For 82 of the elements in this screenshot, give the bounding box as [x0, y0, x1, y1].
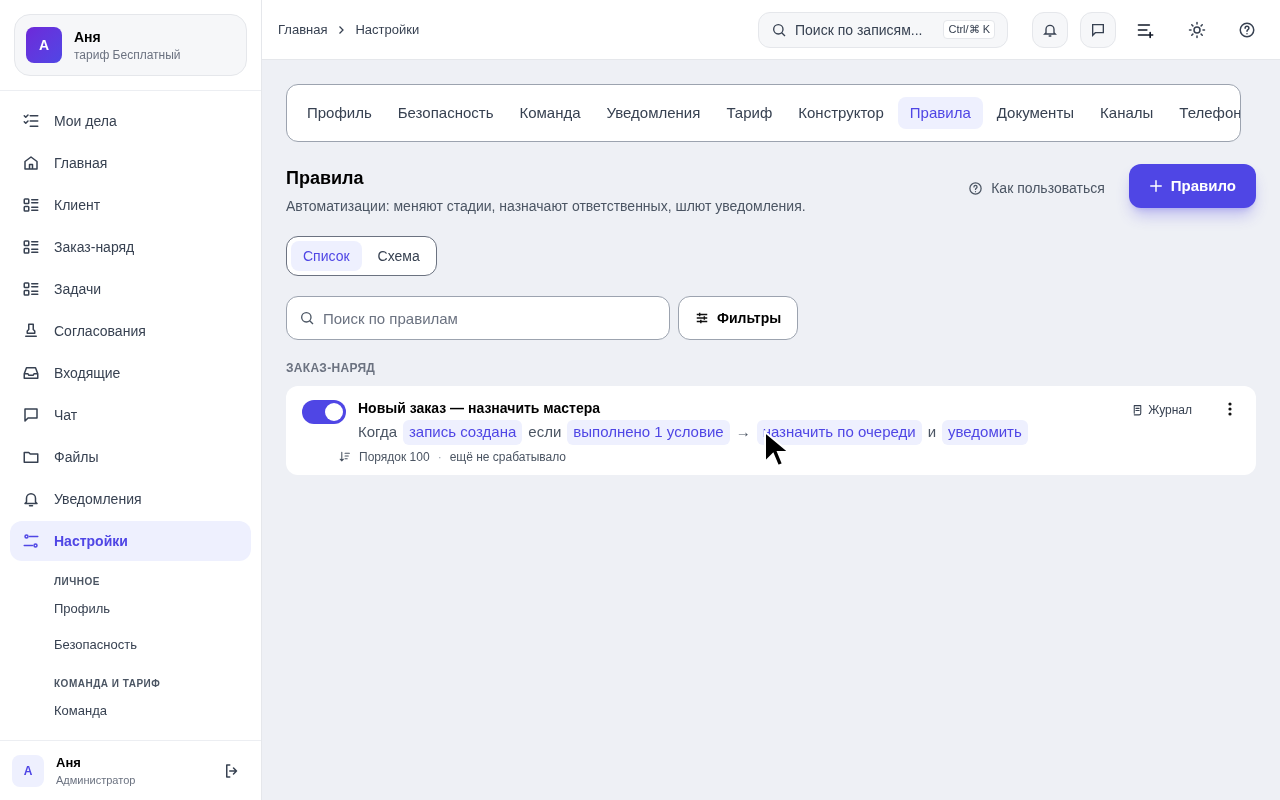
account-name: Аня — [74, 28, 102, 47]
toggle-switch[interactable] — [302, 400, 346, 424]
nav-item[interactable]: Заказ-наряд — [10, 227, 251, 267]
nav-item[interactable]: Файлы — [10, 437, 251, 477]
nav-item[interactable]: Согласования — [10, 311, 251, 351]
tab[interactable]: Безопасность — [385, 97, 506, 129]
rule-text: и — [927, 422, 936, 442]
page-subtitle: Автоматизации: меняют стадии, назначают ответственных, шлют уведомления. — [286, 197, 806, 216]
rule-link[interactable]: назначить по очереди — [756, 420, 922, 445]
tab[interactable]: Правила — [897, 97, 983, 129]
settings-icon — [22, 532, 40, 550]
list-icon — [22, 280, 40, 298]
inbox-icon — [22, 364, 40, 382]
plan-label: тариф Бесплатный — [74, 47, 181, 63]
rule-link[interactable]: уведомить — [942, 420, 1028, 445]
tab[interactable]: Тариф — [714, 97, 785, 129]
list-icon — [22, 238, 40, 256]
chat-icon — [22, 406, 40, 424]
journal-link[interactable]: Журнал — [1131, 402, 1192, 418]
nav-item[interactable]: Чат — [10, 395, 251, 435]
theme-icon[interactable] — [1188, 20, 1206, 39]
tab[interactable]: Команда — [507, 97, 593, 129]
chat-button[interactable] — [1080, 11, 1116, 48]
last-run-status: ещё не срабатывало — [449, 448, 566, 465]
nav-item[interactable]: Входящие — [10, 353, 251, 393]
rule-link[interactable]: выполнено 1 условие — [567, 420, 730, 445]
group-heading: ЗАКАЗ-НАРЯД — [286, 360, 377, 376]
nav-item[interactable]: Уведомления — [10, 479, 251, 519]
help-link[interactable]: Как пользоваться — [968, 178, 1105, 198]
search-icon — [299, 310, 315, 326]
filters-button[interactable]: Фильтры — [678, 296, 799, 340]
subnav-item[interactable]: Безопасность — [54, 627, 261, 663]
tab[interactable]: Документы — [984, 97, 1087, 129]
notifications-button[interactable] — [1032, 11, 1068, 48]
avatar: А — [26, 27, 62, 63]
section-heading: КОМАНДА И ТАРИФ — [54, 676, 162, 691]
stamp-icon — [22, 322, 40, 340]
shortcut-hint: Ctrl/⌘ K — [943, 20, 995, 39]
subnav-item[interactable]: Профиль — [54, 591, 261, 627]
view-tab[interactable]: Список — [291, 241, 362, 271]
search-field[interactable]: Поиск по записям... Ctrl/⌘ K — [758, 11, 1008, 48]
user-role: Администратор — [56, 773, 137, 788]
nav-item[interactable]: Клиент — [10, 185, 251, 225]
breadcrumb-link[interactable]: Настройки — [355, 19, 420, 40]
account-card[interactable]: А Аня тариф Бесплатный — [14, 14, 247, 76]
rule-text: → — [735, 422, 751, 442]
search-icon — [771, 21, 787, 38]
tab[interactable]: Уведомления — [594, 97, 713, 129]
checklist-icon — [22, 112, 40, 130]
rule-search-field[interactable]: Поиск по правилам — [286, 296, 670, 340]
add-rule-button[interactable]: Правило — [1128, 164, 1256, 208]
rule-order: Порядок 100 — [359, 448, 430, 465]
nav-item[interactable]: Главная — [10, 143, 251, 183]
rule-link[interactable]: запись создана — [403, 420, 523, 445]
tab[interactable]: Телефон — [1167, 97, 1240, 129]
home-icon — [22, 154, 40, 172]
rule-text: если — [528, 422, 562, 442]
page-title: Правила — [286, 167, 365, 190]
more-icon[interactable] — [1228, 402, 1232, 416]
nav-item[interactable]: Задачи — [10, 269, 251, 309]
user-name: Аня — [56, 753, 82, 772]
nav-item[interactable]: Мои дела — [10, 101, 251, 141]
avatar: А — [12, 754, 44, 787]
chat-icon — [1090, 21, 1106, 38]
view-tab[interactable]: Схема — [365, 241, 432, 271]
separator-dot: · — [437, 448, 442, 465]
subnav-item[interactable]: Команда — [54, 693, 261, 729]
section-heading: ЛИЧНОЕ — [54, 574, 101, 589]
help-icon[interactable] — [1238, 20, 1256, 39]
tab[interactable]: Конструктор — [786, 97, 896, 129]
tab[interactable]: Профиль — [295, 97, 384, 129]
tab[interactable]: Каналы — [1088, 97, 1166, 129]
help-icon — [968, 180, 984, 196]
rule-text: Когда — [358, 422, 397, 442]
rule-title: Новый заказ — назначить мастера — [358, 399, 602, 418]
plus-icon — [1148, 179, 1163, 193]
nav-item[interactable]: Настройки — [10, 521, 251, 561]
bell-icon — [22, 490, 40, 508]
breadcrumb-link[interactable]: Главная — [278, 19, 328, 40]
sort-icon — [338, 450, 351, 463]
list-icon — [22, 196, 40, 214]
sliders-icon — [695, 311, 709, 325]
